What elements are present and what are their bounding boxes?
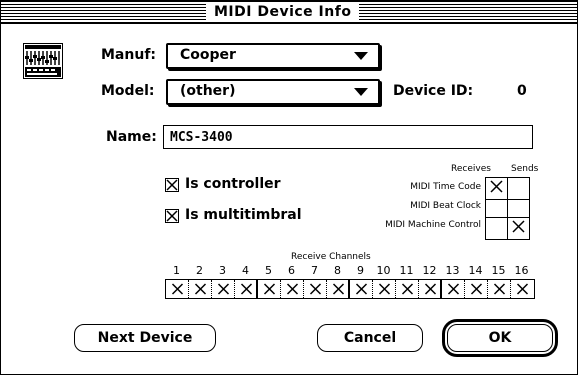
checkmark-x-icon [166, 179, 178, 191]
channel-checkbox-2[interactable] [189, 280, 212, 298]
channel-number-14: 14 [468, 264, 483, 277]
checkmark-x-icon [166, 210, 178, 222]
window-title: MIDI Device Info [206, 4, 360, 20]
receive-channels-title: Receive Channels [291, 252, 371, 262]
channel-checkbox-16[interactable] [511, 280, 534, 298]
channel-checkbox-15[interactable] [488, 280, 511, 298]
sync-row-label-mtc: MIDI Time Code [410, 182, 481, 192]
chevron-down-icon [354, 52, 368, 60]
midi-device-info-dialog: MIDI Device Info Manuf: Cooper Model: (o… [0, 0, 578, 375]
is-multitimbral-label: Is multitimbral [185, 207, 302, 223]
channel-number-6: 6 [288, 264, 295, 277]
model-value: (other) [180, 83, 236, 99]
manuf-popup[interactable]: Cooper [166, 43, 380, 69]
mtc-sends-cell[interactable] [507, 177, 530, 200]
sync-grid [485, 177, 530, 240]
is-controller-checkbox[interactable] [165, 178, 179, 192]
cancel-button[interactable]: Cancel [317, 324, 423, 352]
channel-number-10: 10 [376, 264, 391, 277]
model-popup[interactable]: (other) [166, 79, 380, 105]
channel-checkbox-9[interactable] [350, 280, 373, 298]
model-label: Model: [101, 83, 155, 99]
channel-number-1: 1 [173, 264, 180, 277]
channel-number-7: 7 [311, 264, 318, 277]
channel-number-4: 4 [242, 264, 249, 277]
manuf-value: Cooper [180, 47, 236, 63]
name-label: Name: [106, 129, 157, 145]
channel-number-3: 3 [219, 264, 226, 277]
channel-number-15: 15 [491, 264, 506, 277]
midi-device-icon [23, 43, 63, 79]
channel-checkbox-4[interactable] [235, 280, 258, 298]
channel-number-2: 2 [196, 264, 203, 277]
channel-checkbox-12[interactable] [419, 280, 442, 298]
sync-row-label-mmc: MIDI Machine Control [385, 220, 481, 230]
sends-header: Sends [511, 164, 539, 174]
channel-checkbox-row [165, 279, 535, 299]
device-id-label: Device ID: [393, 83, 474, 99]
title-bar[interactable]: MIDI Device Info [1, 1, 577, 24]
mmc-sends-cell[interactable] [507, 217, 530, 240]
channel-number-8: 8 [334, 264, 341, 277]
is-controller-label: Is controller [185, 176, 281, 192]
next-device-button[interactable]: Next Device [74, 324, 216, 352]
channel-checkbox-11[interactable] [396, 280, 419, 298]
manuf-label: Manuf: [101, 47, 157, 63]
channel-checkbox-8[interactable] [327, 280, 350, 298]
channel-number-16: 16 [514, 264, 529, 277]
name-input[interactable] [164, 126, 532, 149]
channel-number-12: 12 [422, 264, 437, 277]
channel-checkbox-7[interactable] [304, 280, 327, 298]
channel-checkbox-1[interactable] [166, 280, 189, 298]
channel-checkbox-13[interactable] [442, 280, 465, 298]
channel-number-11: 11 [399, 264, 414, 277]
channel-checkbox-5[interactable] [258, 280, 281, 298]
ok-button[interactable]: OK [442, 319, 558, 357]
mmc-receives-cell[interactable] [485, 217, 508, 240]
channel-number-9: 9 [357, 264, 364, 277]
mbc-sends-cell[interactable] [507, 199, 530, 218]
mbc-receives-cell[interactable] [485, 199, 508, 218]
receives-header: Receives [451, 164, 491, 174]
channel-checkbox-3[interactable] [212, 280, 235, 298]
is-multitimbral-checkbox[interactable] [165, 209, 179, 223]
channel-number-5: 5 [265, 264, 272, 277]
name-field[interactable] [163, 125, 533, 149]
mtc-receives-cell[interactable] [485, 177, 508, 200]
channel-number-13: 13 [445, 264, 460, 277]
channel-checkbox-14[interactable] [465, 280, 488, 298]
channel-checkbox-10[interactable] [373, 280, 396, 298]
channel-checkbox-6[interactable] [281, 280, 304, 298]
sync-row-label-mbc: MIDI Beat Clock [410, 201, 481, 211]
device-id-value: 0 [517, 83, 527, 99]
chevron-down-icon [354, 88, 368, 96]
